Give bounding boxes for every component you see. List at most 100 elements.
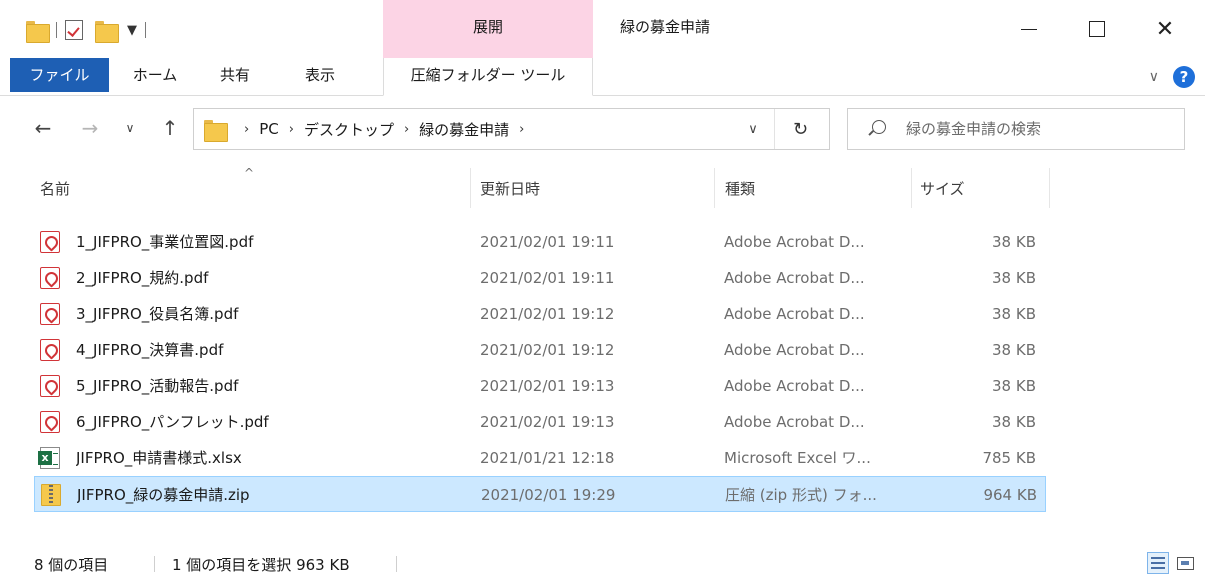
tab-view[interactable]: 表示	[290, 58, 350, 92]
file-size: 38 KB	[992, 233, 1036, 251]
file-row[interactable]: 1_JIFPRO_事業位置図.pdf 2021/02/01 19:11 Adob…	[34, 224, 1046, 260]
file-type: Adobe Acrobat D...	[724, 305, 865, 323]
breadcrumb-item[interactable]: PC	[259, 120, 279, 138]
file-size: 964 KB	[983, 486, 1037, 504]
file-date: 2021/02/01 19:11	[480, 233, 615, 251]
status-divider	[396, 556, 397, 572]
file-size: 38 KB	[992, 341, 1036, 359]
file-date: 2021/02/01 19:13	[480, 413, 615, 431]
up-arrow-icon[interactable]: ↑	[157, 114, 183, 142]
column-header-name[interactable]: 名前	[34, 168, 470, 208]
file-name: 1_JIFPRO_事業位置図.pdf	[76, 233, 254, 251]
file-type: Adobe Acrobat D...	[724, 413, 865, 431]
tab-share[interactable]: 共有	[210, 58, 260, 92]
address-dropdown-icon[interactable]: ∨	[736, 109, 770, 149]
pdf-icon	[40, 411, 60, 433]
excel-icon	[38, 447, 60, 469]
search-icon	[872, 120, 886, 134]
file-date: 2021/02/01 19:12	[480, 305, 615, 323]
file-name: JIFPRO_緑の募金申請.zip	[77, 486, 250, 504]
navigation-bar: ← → ∨ ↑ › PC › デスクトップ › 緑の募金申請 › ∨ ↻	[0, 104, 1205, 152]
file-name: JIFPRO_申請書様式.xlsx	[76, 449, 242, 467]
file-date: 2021/02/01 19:29	[481, 486, 616, 504]
file-date: 2021/02/01 19:12	[480, 341, 615, 359]
file-row[interactable]: 2_JIFPRO_規約.pdf 2021/02/01 19:11 Adobe A…	[34, 260, 1046, 296]
context-group-label: 展開	[472, 18, 503, 36]
folder-icon[interactable]	[26, 19, 50, 43]
column-header-label: 名前	[40, 180, 71, 198]
file-date: 2021/02/01 19:11	[480, 269, 615, 287]
pdf-icon	[40, 231, 60, 253]
title-bar: ▼ 展開 緑の募金申請 ✕	[0, 0, 1205, 58]
column-header-label: 種類	[725, 180, 756, 198]
pdf-icon	[40, 303, 60, 325]
file-row-selected[interactable]: JIFPRO_緑の募金申請.zip 2021/02/01 19:29 圧縮 (z…	[34, 476, 1046, 512]
file-type: Adobe Acrobat D...	[724, 377, 865, 395]
status-divider	[154, 556, 155, 572]
file-name: 4_JIFPRO_決算書.pdf	[76, 341, 224, 359]
column-header-label: 更新日時	[480, 180, 541, 198]
column-divider[interactable]	[1049, 168, 1050, 208]
file-name: 6_JIFPRO_パンフレット.pdf	[76, 413, 269, 431]
breadcrumb-separator-icon[interactable]: ›	[404, 122, 409, 137]
column-header-type[interactable]: 種類	[715, 168, 911, 208]
tab-compressed-folder-tools[interactable]: 圧縮フォルダー ツール	[383, 58, 593, 96]
file-name: 3_JIFPRO_役員名簿.pdf	[76, 305, 239, 323]
item-count: 8 個の項目	[34, 556, 109, 574]
folder-icon	[204, 118, 228, 142]
minimize-button[interactable]	[995, 0, 1063, 58]
toolbar-divider	[145, 22, 146, 38]
breadcrumb-item[interactable]: デスクトップ	[304, 119, 394, 140]
properties-icon[interactable]	[65, 20, 83, 40]
breadcrumb-separator-icon[interactable]: ›	[289, 122, 294, 137]
expand-ribbon-icon[interactable]: ∨	[1149, 69, 1159, 85]
recent-locations-icon[interactable]: ∨	[120, 114, 140, 142]
file-name: 2_JIFPRO_規約.pdf	[76, 269, 209, 287]
address-bar[interactable]: › PC › デスクトップ › 緑の募金申請 › ∨ ↻	[193, 108, 830, 150]
refresh-icon[interactable]: ↻	[774, 109, 826, 149]
close-button[interactable]: ✕	[1131, 0, 1199, 58]
file-type: Adobe Acrobat D...	[724, 269, 865, 287]
pdf-icon	[40, 267, 60, 289]
file-list: 1_JIFPRO_事業位置図.pdf 2021/02/01 19:11 Adob…	[34, 224, 1046, 512]
file-date: 2021/02/01 19:13	[480, 377, 615, 395]
file-type: Adobe Acrobat D...	[724, 233, 865, 251]
forward-arrow-icon[interactable]: →	[77, 114, 103, 142]
file-row[interactable]: JIFPRO_申請書様式.xlsx 2021/01/21 12:18 Micro…	[34, 440, 1046, 476]
back-arrow-icon[interactable]: ←	[30, 114, 56, 142]
file-name: 5_JIFPRO_活動報告.pdf	[76, 377, 239, 395]
file-row[interactable]: 3_JIFPRO_役員名簿.pdf 2021/02/01 19:12 Adobe…	[34, 296, 1046, 332]
new-folder-icon[interactable]	[95, 19, 119, 43]
file-size: 38 KB	[992, 305, 1036, 323]
selection-info: 1 個の項目を選択 963 KB	[172, 556, 350, 574]
help-icon[interactable]: ?	[1173, 66, 1195, 88]
tab-home[interactable]: ホーム	[122, 58, 188, 92]
file-row[interactable]: 4_JIFPRO_決算書.pdf 2021/02/01 19:12 Adobe …	[34, 332, 1046, 368]
column-header-date[interactable]: 更新日時	[471, 168, 714, 208]
large-icons-view-icon[interactable]	[1174, 552, 1196, 574]
file-size: 38 KB	[992, 269, 1036, 287]
window-title: 緑の募金申請	[620, 18, 711, 36]
zip-folder-icon	[41, 484, 61, 506]
file-size: 38 KB	[992, 377, 1036, 395]
file-row[interactable]: 6_JIFPRO_パンフレット.pdf 2021/02/01 19:13 Ado…	[34, 404, 1046, 440]
file-row[interactable]: 5_JIFPRO_活動報告.pdf 2021/02/01 19:13 Adobe…	[34, 368, 1046, 404]
pdf-icon	[40, 375, 60, 397]
file-size: 785 KB	[982, 449, 1036, 467]
quick-access-toolbar: ▼	[26, 14, 154, 46]
maximize-button[interactable]	[1063, 0, 1131, 58]
column-header-size[interactable]: サイズ	[912, 168, 1049, 208]
toolbar-divider	[56, 22, 57, 38]
breadcrumb-separator-icon[interactable]: ›	[519, 122, 524, 137]
breadcrumb: › PC › デスクトップ › 緑の募金申請 ›	[234, 109, 534, 149]
context-tab-group: 展開	[383, 0, 593, 58]
file-size: 38 KB	[992, 413, 1036, 431]
column-header-label: サイズ	[920, 180, 965, 198]
search-box[interactable]	[847, 108, 1185, 150]
tab-file[interactable]: ファイル	[10, 58, 109, 92]
search-input[interactable]	[906, 109, 1176, 149]
breadcrumb-item[interactable]: 緑の募金申請	[419, 119, 509, 140]
breadcrumb-separator-icon[interactable]: ›	[244, 122, 249, 137]
details-view-icon[interactable]	[1147, 552, 1169, 574]
customize-toolbar-icon[interactable]: ▼	[127, 23, 137, 38]
